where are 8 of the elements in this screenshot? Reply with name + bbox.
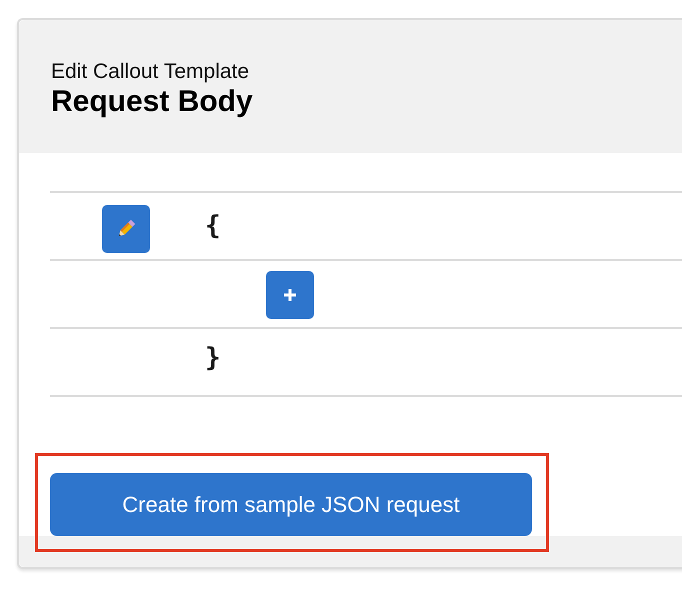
- code-brace: }: [205, 345, 221, 371]
- header-subtitle: Edit Callout Template: [51, 60, 250, 84]
- edit-button[interactable]: [102, 205, 150, 253]
- code-brace: {: [205, 213, 221, 239]
- header-title: Request Body: [51, 85, 254, 119]
- plus-icon: [283, 288, 297, 302]
- create-from-sample-button[interactable]: Create from sample JSON request: [50, 473, 532, 536]
- add-button[interactable]: [266, 271, 314, 319]
